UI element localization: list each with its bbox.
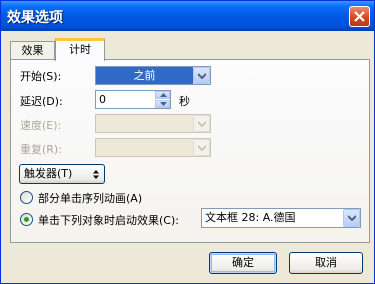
timing-panel: 开始(S): 之前 延迟(D): 0 秒 速度(E): 重复(R): 触发器(T…: [10, 59, 370, 243]
start-select[interactable]: 之前: [95, 66, 211, 85]
cancel-button[interactable]: 取消: [289, 252, 363, 274]
delay-increment-button[interactable]: [155, 91, 170, 99]
delay-decrement-button[interactable]: [155, 100, 170, 108]
effect-options-dialog: 效果选项 效果 计时 开始(S): 之前 延迟(D): 0 秒 速度(E): 重…: [0, 0, 375, 284]
delay-unit: 秒: [179, 95, 190, 108]
repeat-dropdown-button[interactable]: [193, 139, 210, 156]
tab-timing[interactable]: 计时: [55, 38, 105, 61]
radio-start-on-click-object-label: 单击下列对象时启动效果(C):: [38, 214, 179, 227]
arrow-down-icon: [160, 102, 167, 106]
ok-button[interactable]: 确定: [209, 252, 277, 274]
speed-select[interactable]: [95, 114, 211, 133]
tab-effect-label: 效果: [21, 44, 44, 57]
tab-strip: 效果 计时: [10, 38, 370, 61]
repeat-label: 重复(R):: [20, 143, 62, 156]
start-dropdown-button[interactable]: [193, 67, 210, 84]
chevron-down-icon: [198, 145, 206, 151]
triggers-button-label: 触发器(T): [24, 167, 73, 180]
radio-start-on-click-object[interactable]: [20, 213, 33, 226]
chevron-down-icon: [348, 215, 356, 221]
tab-effect[interactable]: 效果: [10, 41, 55, 59]
trigger-object-select[interactable]: 文本框 28: A.德国: [201, 208, 361, 228]
speed-dropdown-button[interactable]: [193, 115, 210, 132]
tab-timing-label: 计时: [69, 43, 91, 56]
delay-label: 延迟(D):: [20, 95, 63, 108]
radio-selected-dot: [24, 217, 29, 222]
speed-label: 速度(E):: [20, 119, 62, 132]
chevron-down-icon: [198, 73, 206, 79]
triggers-button[interactable]: 触发器(T): [19, 164, 105, 184]
up-down-arrow-icon: [93, 170, 99, 179]
close-icon: [354, 11, 365, 22]
repeat-select[interactable]: [95, 138, 211, 157]
cancel-button-label: 取消: [315, 256, 337, 269]
trigger-object-value: 文本框 28: A.德国: [205, 211, 296, 224]
dialog-title: 效果选项: [7, 10, 63, 26]
arrow-up-icon: [160, 93, 167, 97]
title-bar[interactable]: 效果选项: [1, 1, 374, 31]
ok-button-label: 确定: [232, 256, 254, 269]
delay-stepper[interactable]: 0: [95, 90, 171, 109]
chevron-down-icon: [198, 121, 206, 127]
start-label: 开始(S):: [20, 70, 62, 83]
trigger-object-dropdown-button[interactable]: [343, 209, 360, 227]
start-select-value: 之前: [96, 67, 193, 84]
delay-value: 0: [99, 93, 106, 106]
radio-animate-sequence[interactable]: [20, 191, 33, 204]
close-button[interactable]: [349, 6, 370, 27]
radio-animate-sequence-label: 部分单击序列动画(A): [38, 192, 143, 205]
